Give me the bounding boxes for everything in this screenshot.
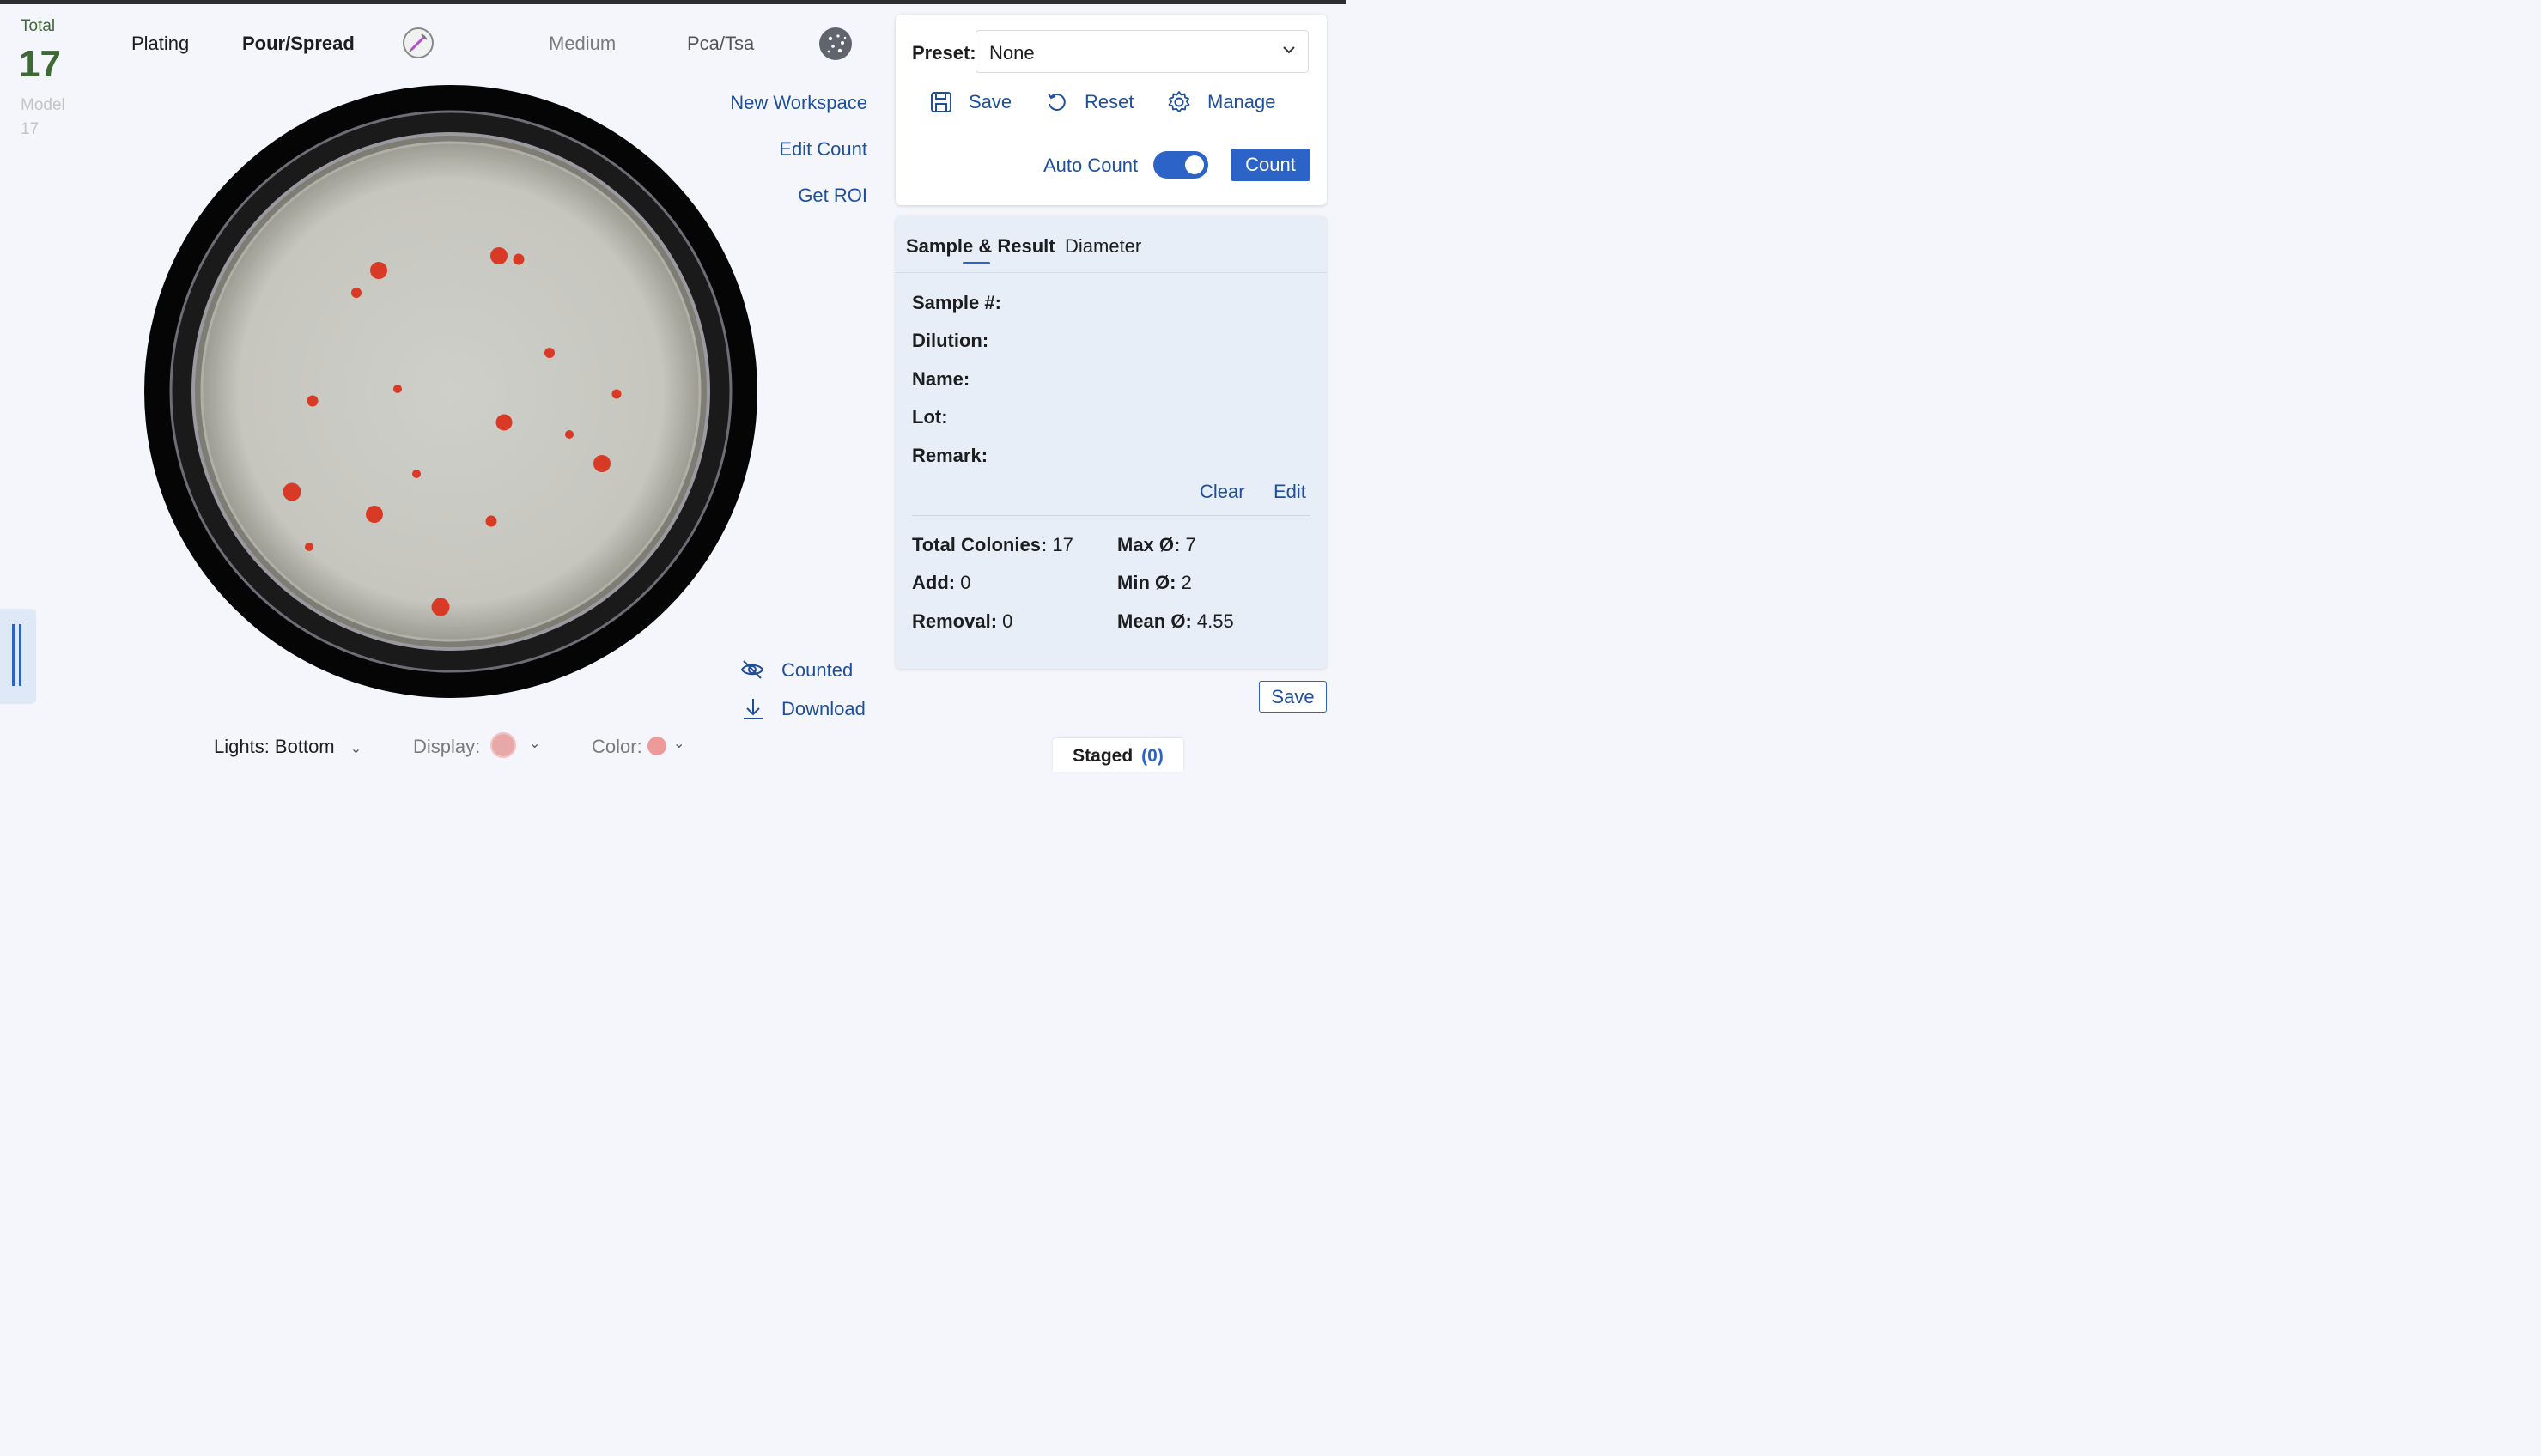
window-top-border xyxy=(0,0,1346,4)
colonies-icon[interactable] xyxy=(819,27,852,60)
handle-bar xyxy=(19,624,21,686)
min-diameter-label: Min Ø: xyxy=(1117,572,1176,593)
max-diameter-value: 7 xyxy=(1185,534,1196,555)
preset-reset-button[interactable]: Reset xyxy=(1085,91,1134,113)
chevron-down-icon[interactable]: ⌄ xyxy=(673,735,684,752)
chevron-down-icon: ⌄ xyxy=(350,742,362,756)
total-colonies-stat: Total Colonies: 17 xyxy=(912,534,1073,556)
auto-count-toggle[interactable] xyxy=(1153,151,1208,179)
lights-label: Lights: Bottom xyxy=(214,736,335,757)
name-label: Name: xyxy=(912,368,970,390)
lights-dropdown[interactable]: Lights: Bottom ⌄ xyxy=(214,736,362,758)
results-card xyxy=(896,216,1327,669)
preset-label: Preset: xyxy=(912,42,976,64)
plating-method[interactable]: Pour/Spread xyxy=(242,33,355,55)
media-type[interactable]: Pca/Tsa xyxy=(687,33,754,55)
display-label: Display: xyxy=(413,736,481,757)
lot-label: Lot: xyxy=(912,406,948,428)
color-label: Color: xyxy=(592,736,642,757)
preset-manage-button[interactable]: Manage xyxy=(1207,91,1276,113)
sample-number-label: Sample #: xyxy=(912,292,1001,313)
min-diameter-value: 2 xyxy=(1181,572,1192,593)
total-colonies-value: 17 xyxy=(1052,534,1073,555)
removal-label: Removal: xyxy=(912,610,998,632)
add-value: 0 xyxy=(960,572,971,593)
dilution-label: Dilution: xyxy=(912,330,989,351)
medium-label: Medium xyxy=(549,33,617,54)
preset-value: None xyxy=(989,42,1035,64)
count-button[interactable]: Count xyxy=(1231,149,1310,181)
results-divider xyxy=(912,515,1310,516)
handle-bar xyxy=(12,624,15,686)
staged-count: (0) xyxy=(1141,746,1164,766)
save-icon[interactable] xyxy=(930,91,952,113)
gear-icon[interactable] xyxy=(1167,90,1191,114)
model-value: 17 xyxy=(21,120,40,138)
plating-label: Plating xyxy=(131,33,190,54)
side-panel-handle[interactable] xyxy=(0,609,36,704)
add-label: Add: xyxy=(912,572,956,593)
reset-icon[interactable] xyxy=(1046,91,1068,113)
active-tab-indicator xyxy=(963,262,990,264)
max-diameter-label: Max Ø: xyxy=(1117,534,1181,555)
model-label: Model xyxy=(21,96,65,114)
auto-count-label: Auto Count xyxy=(1043,155,1139,176)
tab-divider xyxy=(896,272,1327,273)
staged-label: Staged xyxy=(1073,746,1134,766)
toggle-knob xyxy=(1185,155,1204,174)
removal-stat: Removal: 0 xyxy=(912,610,1012,633)
pipette-icon[interactable] xyxy=(403,27,434,58)
color-swatch[interactable] xyxy=(647,737,666,755)
display-swatch[interactable] xyxy=(490,732,516,758)
tab-sample-result[interactable]: Sample & Result xyxy=(906,235,1055,258)
total-value: 17 xyxy=(19,43,61,85)
petri-dish-image[interactable] xyxy=(144,85,757,698)
counted-toggle[interactable]: Counted xyxy=(781,659,853,682)
save-results-button[interactable]: Save xyxy=(1259,681,1327,713)
edit-link[interactable]: Edit xyxy=(1274,481,1306,503)
mean-diameter-label: Mean Ø: xyxy=(1117,610,1192,632)
tab-diameter[interactable]: Diameter xyxy=(1065,235,1141,258)
min-diameter-stat: Min Ø: 2 xyxy=(1117,572,1192,594)
chevron-down-icon[interactable]: ⌄ xyxy=(529,735,540,752)
total-colonies-label: Total Colonies: xyxy=(912,534,1048,555)
clear-link[interactable]: Clear xyxy=(1200,481,1245,503)
mean-diameter-stat: Mean Ø: 4.55 xyxy=(1117,610,1234,633)
removal-value: 0 xyxy=(1002,610,1013,632)
eye-off-icon[interactable] xyxy=(740,658,764,682)
download-button[interactable]: Download xyxy=(781,698,866,720)
chevron-down-icon xyxy=(1283,46,1295,54)
preset-save-button[interactable]: Save xyxy=(969,91,1012,113)
add-stat: Add: 0 xyxy=(912,572,970,594)
max-diameter-stat: Max Ø: 7 xyxy=(1117,534,1196,556)
mean-diameter-value: 4.55 xyxy=(1196,610,1234,632)
staged-tab[interactable]: Staged (0) xyxy=(1053,738,1183,772)
remark-label: Remark: xyxy=(912,445,988,466)
total-label: Total xyxy=(21,17,56,35)
download-icon[interactable] xyxy=(742,697,764,721)
